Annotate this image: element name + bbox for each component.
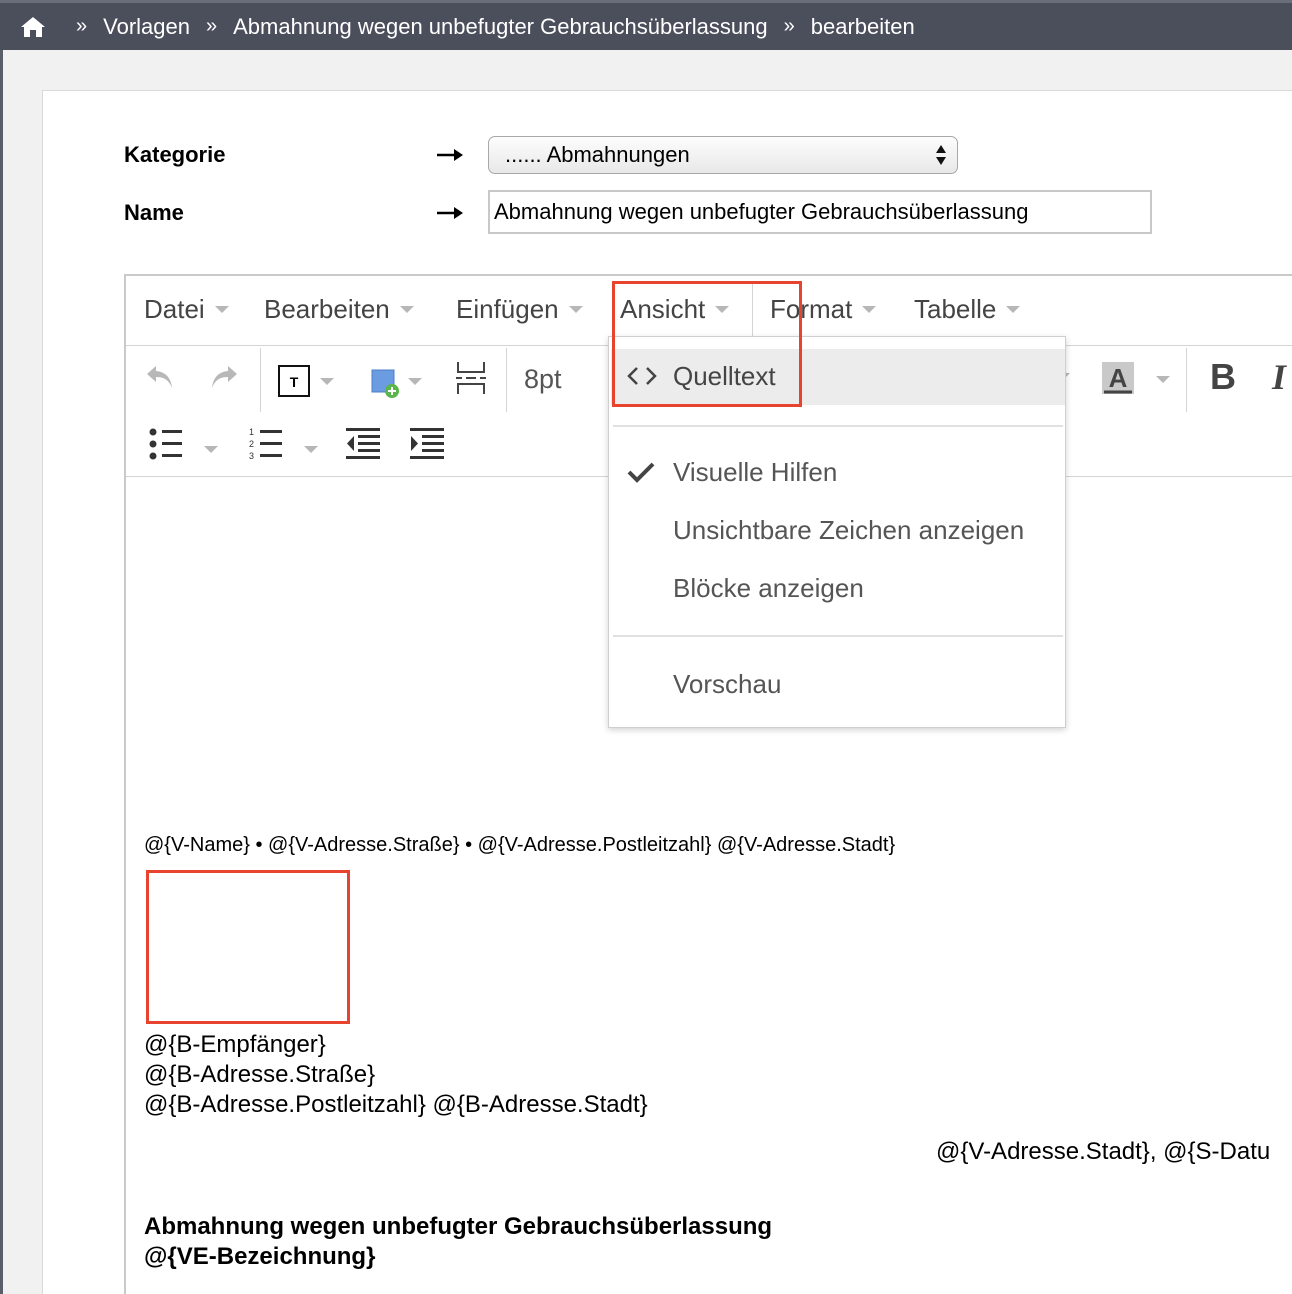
checkmark-icon xyxy=(627,462,655,483)
recipient-name: @{B-Empfänger} xyxy=(144,1031,326,1058)
breadcrumb-item-edit: bearbeiten xyxy=(810,13,915,39)
subject-reference: @{VE-Bezeichnung} xyxy=(144,1243,376,1270)
redo-icon[interactable] xyxy=(208,362,240,392)
kategorie-label: Kategorie xyxy=(124,142,226,167)
toolbar-divider xyxy=(1186,348,1187,412)
insert-image-icon[interactable] xyxy=(370,366,426,400)
menu-item-unsichtbare-zeichen[interactable]: Unsichtbare Zeichen anzeigen xyxy=(673,515,1024,546)
date-line: @{V-Adresse.Stadt}, @{S-Datu xyxy=(936,1138,1271,1165)
undo-icon[interactable] xyxy=(144,362,176,392)
breadcrumb-item-template[interactable]: Abmahnung wegen unbefugter Gebrauchsüber… xyxy=(233,14,768,40)
outdent-icon[interactable] xyxy=(346,428,380,460)
menu-divider xyxy=(613,635,1063,637)
page-break-icon[interactable] xyxy=(454,360,488,396)
breadcrumb-item-vorlagen[interactable]: Vorlagen xyxy=(103,14,190,40)
sender-line: @{V-Name} • @{V-Adresse.Straße} • @{V-Ad… xyxy=(144,834,896,856)
arrow-right-icon xyxy=(437,207,463,219)
breadcrumb-separator: » xyxy=(783,15,795,37)
breadcrumb: » Vorlagen » Abmahnung wegen unbefugter … xyxy=(0,0,1292,50)
chevron-down-icon xyxy=(214,306,229,313)
kategorie-select-value: ...... Abmahnungen xyxy=(505,142,690,167)
bullet-list-icon[interactable] xyxy=(148,426,232,462)
menu-tabelle[interactable]: Tabelle xyxy=(914,294,1021,325)
svg-text:T: T xyxy=(290,374,299,390)
breadcrumb-separator: » xyxy=(76,15,88,37)
name-label: Name xyxy=(124,200,184,225)
chevron-down-icon xyxy=(1006,306,1021,313)
kategorie-select[interactable]: ...... Abmahnungen xyxy=(488,136,958,174)
italic-button[interactable]: I xyxy=(1272,356,1286,398)
svg-text:A: A xyxy=(1109,363,1128,393)
subject-title: Abmahnung wegen unbefugter Gebrauchsüber… xyxy=(144,1213,773,1240)
chevron-down-icon xyxy=(568,306,583,313)
breadcrumb-separator: » xyxy=(205,15,218,37)
recipient-street: @{B-Adresse.Straße} xyxy=(144,1061,376,1088)
chevron-down-icon xyxy=(399,306,414,313)
font-size-select[interactable]: 8pt xyxy=(524,364,562,395)
menu-einfuegen-label: Einfügen xyxy=(456,294,559,324)
menu-tabelle-label: Tabelle xyxy=(914,294,997,324)
left-border xyxy=(0,50,3,1294)
address-window-highlight xyxy=(146,870,350,1024)
menu-item-visuelle-hilfen[interactable]: Visuelle Hilfen xyxy=(673,457,837,488)
menu-divider xyxy=(613,425,1063,427)
toolbar-divider xyxy=(506,348,507,412)
background-color-icon[interactable]: A xyxy=(1100,360,1172,396)
toolbar-divider xyxy=(260,348,261,412)
home-icon[interactable] xyxy=(20,15,46,39)
menu-datei-label: Datei xyxy=(144,294,205,324)
menu-bearbeiten-label: Bearbeiten xyxy=(264,294,390,324)
svg-text:1: 1 xyxy=(249,427,254,437)
svg-text:2: 2 xyxy=(249,439,254,449)
menu-item-bloecke-anzeigen[interactable]: Blöcke anzeigen xyxy=(673,573,864,604)
arrow-right-icon xyxy=(437,149,463,161)
indent-icon[interactable] xyxy=(410,428,444,460)
text-block-icon[interactable]: T xyxy=(278,364,338,398)
numbered-list-icon[interactable]: 1 2 3 xyxy=(248,426,332,462)
menu-datei[interactable]: Datei xyxy=(144,294,229,325)
select-updown-icon xyxy=(936,145,946,165)
bold-button[interactable]: B xyxy=(1210,356,1236,398)
svg-text:3: 3 xyxy=(249,451,254,461)
name-input[interactable] xyxy=(488,190,1152,234)
letter-subject: Abmahnung wegen unbefugter Gebrauchsüber… xyxy=(144,1212,772,1272)
menu-einfuegen[interactable]: Einfügen xyxy=(456,294,583,325)
recipient-city: @{B-Adresse.Postleitzahl} @{B-Adresse.St… xyxy=(144,1091,648,1118)
menu-bearbeiten[interactable]: Bearbeiten xyxy=(264,294,414,325)
recipient-address: @{B-Empfänger} @{B-Adresse.Straße} @{B-A… xyxy=(144,1030,648,1120)
ansicht-quelltext-highlight xyxy=(612,281,802,407)
menu-item-vorschau[interactable]: Vorschau xyxy=(673,669,781,700)
chevron-down-icon xyxy=(862,306,877,313)
